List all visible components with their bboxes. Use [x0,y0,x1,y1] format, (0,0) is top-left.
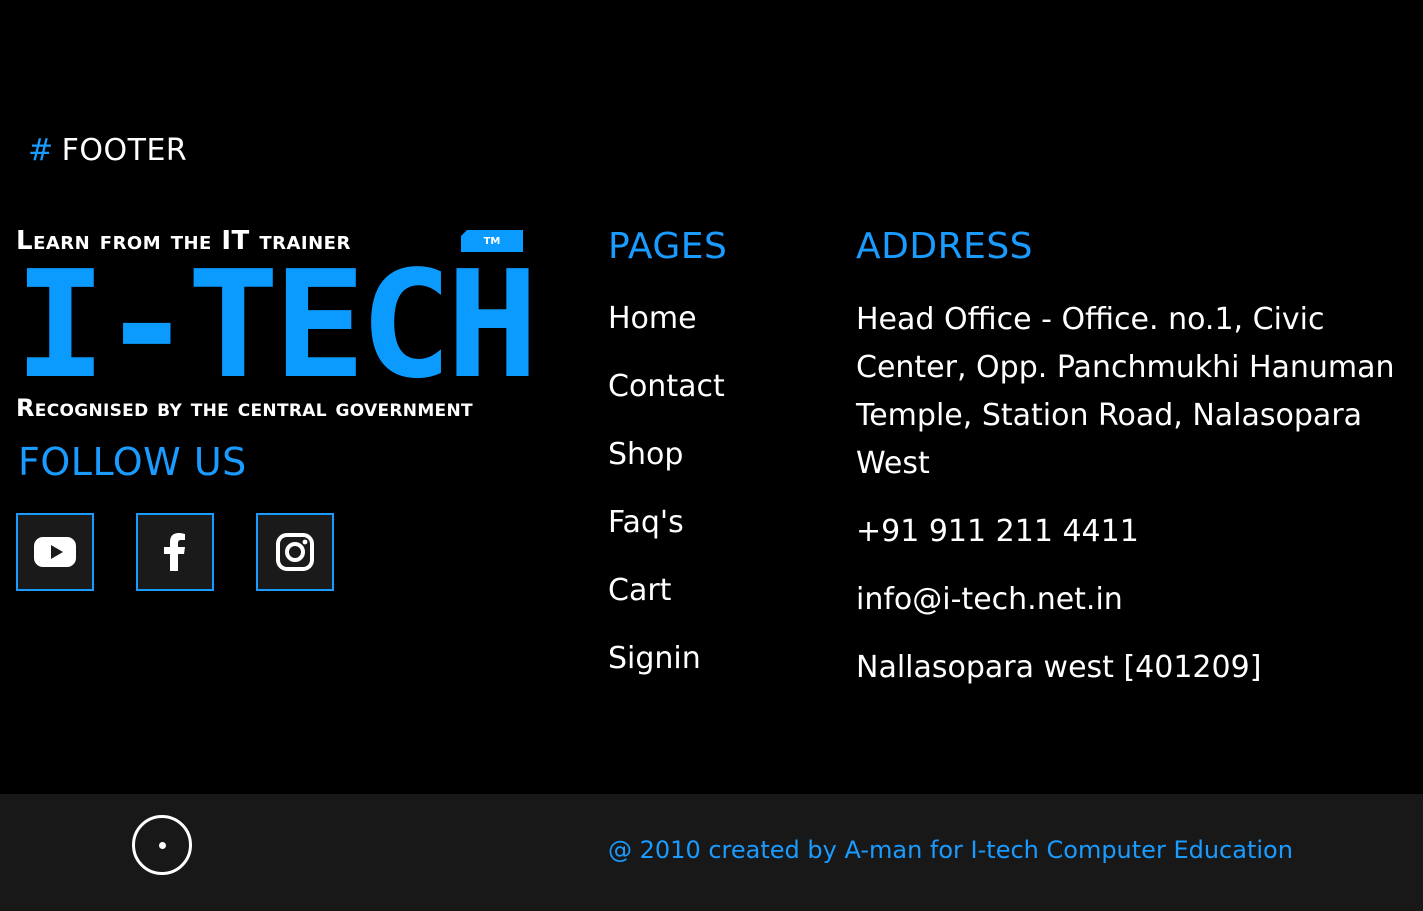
facebook-icon [164,533,185,571]
pages-heading: PAGES [608,226,728,267]
nav-link-shop[interactable]: Shop [608,437,683,472]
hash-symbol: # [28,133,54,168]
office-address: Head Office - Office. no.1, Civic Center… [856,302,1395,481]
youtube-icon [34,537,76,567]
nav-link-contact[interactable]: Contact [608,369,725,404]
dot-icon [158,841,166,849]
circle-button[interactable] [132,815,192,875]
logo-tagline-bottom: Recognised by the central government [16,394,473,422]
nav-link-faqs[interactable]: Faq's [608,505,684,540]
logo-wordmark: I-TECH [14,239,539,411]
nav-link-signin[interactable]: Signin [608,641,701,676]
follow-us-heading: FOLLOW US [18,440,247,484]
itech-logo[interactable]: Learn from the IT trainer TM I-TECH Reco… [14,226,539,422]
address-heading: ADDRESS [856,226,1034,267]
youtube-link[interactable] [16,513,94,591]
nav-link-cart[interactable]: Cart [608,573,671,608]
phone-number[interactable]: +91 911 211 4411 [856,508,1396,556]
facebook-link[interactable] [136,513,214,591]
email-address[interactable]: info@i-tech.net.in [856,576,1396,624]
footer-label: FOOTER [61,133,188,168]
area-pincode: Nallasopara west [401209] [856,650,1262,685]
copyright-text: @ 2010 created by A-man for I-tech Compu… [608,836,1293,864]
nav-link-home[interactable]: Home [608,301,697,336]
instagram-icon [276,533,314,571]
footer-section-label: # FOOTER [28,133,187,168]
instagram-link[interactable] [256,513,334,591]
